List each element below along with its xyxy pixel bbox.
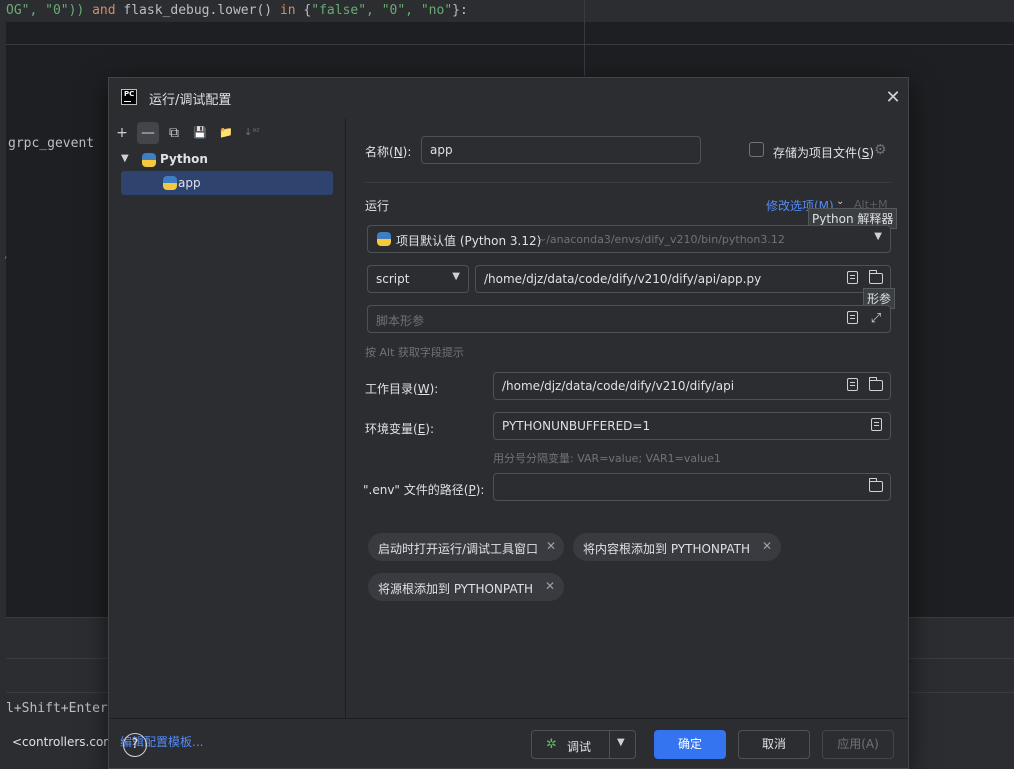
dialog-footer: ? ✲ 调试 ▼ 确定 取消 应用(A) (109, 718, 908, 769)
name-label: 名称(N): (365, 145, 412, 159)
new-folder-icon[interactable]: 📁 (215, 122, 237, 144)
browse-folder-icon[interactable] (868, 478, 884, 495)
editor-marker: , (4, 248, 8, 261)
bug-icon: ✲ (546, 737, 557, 752)
edit-env-vars-icon[interactable] (868, 418, 884, 434)
close-icon[interactable]: ✕ (546, 539, 556, 553)
ok-button[interactable]: 确定 (654, 730, 726, 759)
run-section-label: 运行 (365, 199, 390, 213)
gear-icon[interactable]: ⚙ (874, 142, 887, 158)
help-icon[interactable]: ? (123, 733, 147, 757)
tree-item-app[interactable]: app (121, 171, 333, 195)
apply-button[interactable]: 应用(A) (822, 730, 894, 759)
chevron-down-icon: ▼ (452, 271, 460, 282)
store-project-file-checkbox[interactable] (749, 142, 764, 157)
env-file-label: ".env" 文件的路径(P): (363, 483, 485, 497)
dialog-titlebar[interactable]: PC 运行/调试配置 ✕ (109, 78, 908, 118)
cancel-button[interactable]: 取消 (738, 730, 810, 759)
option-chip-content-roots[interactable]: 将内容根添加到 PYTHONPATH ✕ (573, 533, 781, 561)
close-icon[interactable]: ✕ (883, 88, 903, 108)
env-file-field[interactable] (493, 473, 891, 501)
dialog-title: 运行/调试配置 (149, 93, 232, 108)
store-project-file-label[interactable]: 存储为项目文件(S) (773, 144, 874, 161)
name-field[interactable]: app (421, 136, 701, 164)
env-vars-label: 环境变量(E): (365, 422, 435, 436)
chevron-down-icon[interactable]: ▼ (121, 153, 133, 167)
browse-folder-icon[interactable] (868, 377, 884, 394)
save-config-icon[interactable]: 💾 (189, 122, 211, 144)
env-vars-hint: 用分号分隔变量: VAR=value; VAR1=value1 (493, 452, 721, 465)
add-config-icon[interactable]: + (111, 122, 133, 144)
script-type-select[interactable]: script ▼ (367, 265, 469, 293)
expand-text-icon[interactable] (844, 311, 860, 327)
remove-config-icon[interactable]: — (137, 122, 159, 144)
interpreter-select[interactable]: 项目默认值 (Python 3.12) ~/anaconda3/envs/dif… (367, 225, 891, 253)
tree-group-python[interactable]: ▼ Python (121, 151, 321, 171)
option-chip-open-tool-window[interactable]: 启动时打开运行/调试工具窗口 ✕ (368, 533, 564, 561)
pycharm-logo-icon: PC (121, 89, 137, 105)
chevron-down-icon[interactable]: ▼ (617, 737, 625, 748)
expand-icon[interactable]: ⤢ (868, 311, 884, 327)
python-icon (142, 153, 156, 167)
debug-button[interactable]: ✲ 调试 ▼ (531, 730, 636, 759)
python-icon (163, 176, 177, 190)
chevron-down-icon[interactable]: ⌄ (836, 196, 844, 207)
option-chip-source-roots[interactable]: 将源根添加到 PYTHONPATH ✕ (368, 573, 564, 601)
alt-field-hint: 按 Alt 获取字段提示 (365, 346, 464, 359)
editor-side-text: grpc_gevent (8, 136, 95, 151)
sort-icon[interactable]: ↓ᵃᶻ (241, 122, 263, 144)
section-divider (365, 182, 891, 183)
copy-config-icon[interactable]: ⧉ (163, 122, 185, 144)
working-dir-field[interactable]: /home/djz/data/code/dify/v210/dify/api (493, 372, 891, 400)
tree-item-label: app (178, 176, 201, 190)
expand-text-icon[interactable] (844, 378, 860, 394)
editor-divider (584, 0, 585, 76)
expand-text-icon[interactable] (844, 271, 860, 287)
run-debug-config-dialog: PC 运行/调试配置 ✕ + — ⧉ 💾 📁 ↓ᵃᶻ ▼ Python app … (108, 77, 909, 769)
config-form: 名称(N): app 存储为项目文件(S) ⚙ 运行 修改选项(M) ⌄ Alt… (347, 118, 908, 718)
script-path-field[interactable]: /home/djz/data/code/dify/v210/dify/api/a… (475, 265, 891, 293)
script-params-field[interactable]: 脚本形参 ⤢ (367, 305, 891, 333)
tree-group-label: Python (160, 152, 208, 166)
editor-code-line: OG", "0")) and flask_debug.lower() in {"… (6, 3, 468, 18)
working-dir-label: 工作目录(W): (365, 382, 439, 396)
close-icon[interactable]: ✕ (545, 579, 555, 593)
status-breadcrumb[interactable]: <controllers.cons (12, 735, 117, 749)
config-tree-panel: + — ⧉ 💾 📁 ↓ᵃᶻ ▼ Python app 编辑配置模板... (109, 118, 346, 749)
chevron-down-icon: ▼ (874, 231, 882, 242)
browse-folder-icon[interactable] (868, 270, 884, 287)
close-icon[interactable]: ✕ (762, 539, 772, 553)
shortcut-text: l+Shift+Enter (6, 701, 108, 716)
env-vars-field[interactable]: PYTHONUNBUFFERED=1 (493, 412, 891, 440)
python-icon (377, 232, 391, 246)
